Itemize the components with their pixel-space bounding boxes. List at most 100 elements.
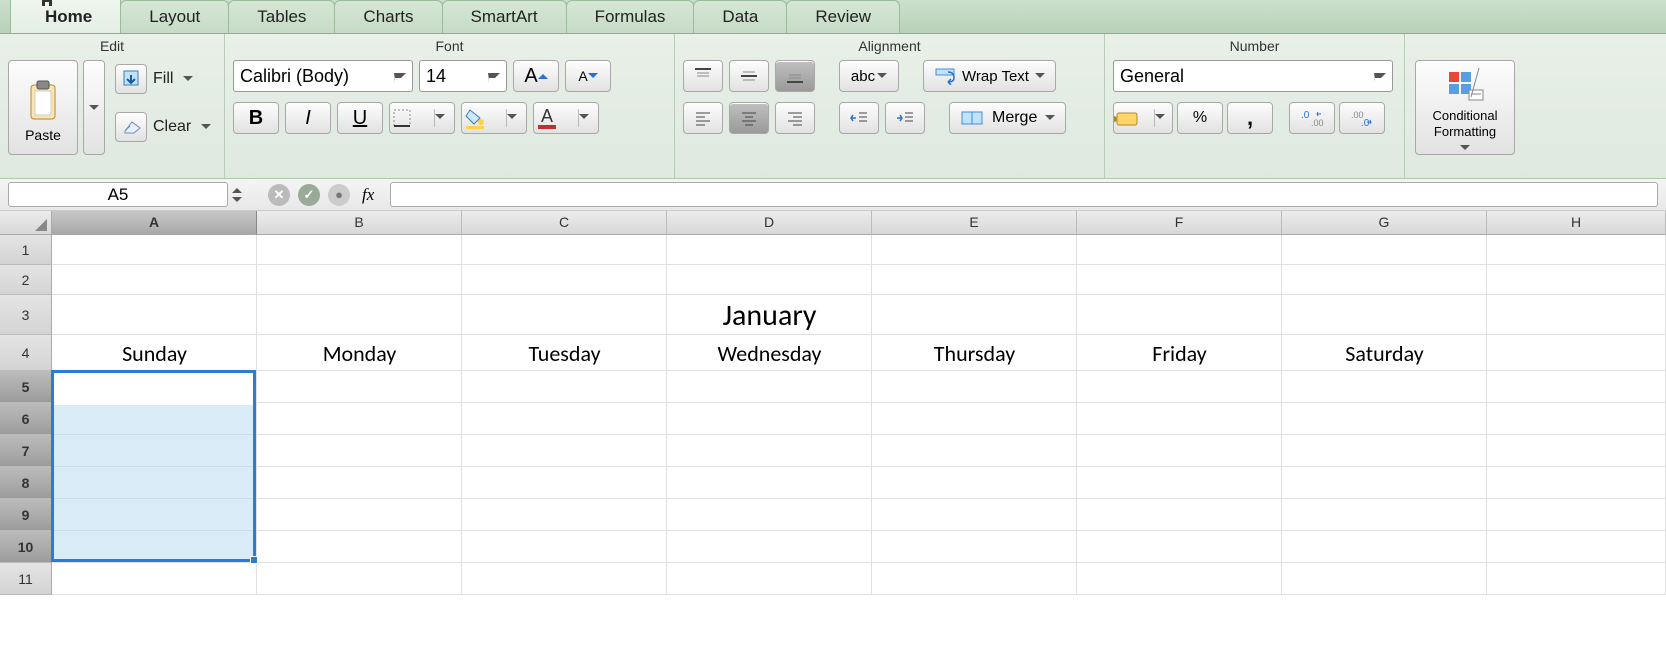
cell-H8[interactable] — [1487, 467, 1666, 499]
cell-D1[interactable] — [667, 235, 872, 265]
cell-G9[interactable] — [1282, 499, 1487, 531]
cell-A6[interactable] — [52, 403, 257, 435]
cell-B11[interactable] — [257, 563, 462, 595]
cell-G6[interactable] — [1282, 403, 1487, 435]
borders-button[interactable] — [389, 102, 455, 134]
cell-B9[interactable] — [257, 499, 462, 531]
cell-G5[interactable] — [1282, 371, 1487, 403]
cell-H3[interactable] — [1487, 295, 1666, 335]
cell-H2[interactable] — [1487, 265, 1666, 295]
comma-button[interactable]: , — [1227, 102, 1273, 134]
cell-D11[interactable] — [667, 563, 872, 595]
cell-C2[interactable] — [462, 265, 667, 295]
wrap-text-button[interactable]: Wrap Text — [923, 60, 1056, 92]
paste-dropdown[interactable] — [83, 60, 105, 155]
underline-button[interactable]: U — [337, 102, 383, 134]
orientation-button[interactable]: abc — [839, 60, 899, 92]
cell-H11[interactable] — [1487, 563, 1666, 595]
accept-formula-button[interactable]: ✓ — [298, 184, 320, 206]
cell-D8[interactable] — [667, 467, 872, 499]
cancel-formula-button[interactable]: ✕ — [268, 184, 290, 206]
column-header-G[interactable]: G — [1282, 211, 1487, 235]
cell-E8[interactable] — [872, 467, 1077, 499]
cell-E9[interactable] — [872, 499, 1077, 531]
fill-color-button[interactable] — [461, 102, 527, 134]
number-format-combo[interactable]: General — [1113, 60, 1393, 92]
cell-D7[interactable] — [667, 435, 872, 467]
percent-button[interactable]: % — [1177, 102, 1223, 134]
cell-C10[interactable] — [462, 531, 667, 563]
formula-input[interactable] — [390, 182, 1658, 207]
decrease-decimal-button[interactable]: .0.00 — [1289, 102, 1335, 134]
cell-A1[interactable] — [52, 235, 257, 265]
chevron-down-icon[interactable] — [578, 109, 598, 127]
font-size-combo[interactable]: 14 — [419, 60, 507, 92]
cell-C4[interactable]: Tuesday — [462, 335, 667, 371]
align-middle-button[interactable] — [729, 60, 769, 92]
column-header-E[interactable]: E — [872, 211, 1077, 235]
align-left-button[interactable] — [683, 102, 723, 134]
column-header-B[interactable]: B — [257, 211, 462, 235]
cell-G4[interactable]: Saturday — [1282, 335, 1487, 371]
tab-review[interactable]: Review — [786, 0, 900, 33]
name-box-stepper[interactable] — [232, 179, 256, 210]
row-header-6[interactable]: 6 — [0, 403, 52, 435]
bold-button[interactable]: B — [233, 102, 279, 134]
cell-F1[interactable] — [1077, 235, 1282, 265]
cell-E4[interactable]: Thursday — [872, 335, 1077, 371]
cell-D10[interactable] — [667, 531, 872, 563]
cell-F8[interactable] — [1077, 467, 1282, 499]
name-box[interactable]: A5 — [8, 182, 228, 207]
font-color-button[interactable]: A — [533, 102, 599, 134]
tab-charts[interactable]: Charts — [334, 0, 442, 33]
cell-A2[interactable] — [52, 265, 257, 295]
cell-C5[interactable] — [462, 371, 667, 403]
cell-E5[interactable] — [872, 371, 1077, 403]
chevron-down-icon[interactable] — [201, 124, 211, 134]
grow-font-button[interactable]: A — [513, 60, 559, 92]
cell-G1[interactable] — [1282, 235, 1487, 265]
cell-D4[interactable]: Wednesday — [667, 335, 872, 371]
increase-indent-button[interactable] — [885, 102, 925, 134]
chevron-down-icon[interactable] — [434, 109, 454, 127]
row-header-7[interactable]: 7 — [0, 435, 52, 467]
cell-B8[interactable] — [257, 467, 462, 499]
tab-layout[interactable]: Layout — [120, 0, 229, 33]
cell-D5[interactable] — [667, 371, 872, 403]
cell-A11[interactable] — [52, 563, 257, 595]
cell-E1[interactable] — [872, 235, 1077, 265]
cell-G10[interactable] — [1282, 531, 1487, 563]
shrink-font-button[interactable]: A — [565, 60, 611, 92]
cell-B2[interactable] — [257, 265, 462, 295]
cell-title-january[interactable]: January — [52, 295, 1487, 335]
cell-C1[interactable] — [462, 235, 667, 265]
row-header-9[interactable]: 9 — [0, 499, 52, 531]
cell-C11[interactable] — [462, 563, 667, 595]
conditional-formatting-button[interactable]: Conditional Formatting — [1415, 60, 1515, 155]
column-header-C[interactable]: C — [462, 211, 667, 235]
row-header-11[interactable]: 11 — [0, 563, 52, 595]
cell-C6[interactable] — [462, 403, 667, 435]
chevron-down-icon[interactable] — [183, 76, 193, 86]
cell-G11[interactable] — [1282, 563, 1487, 595]
cell-G2[interactable] — [1282, 265, 1487, 295]
align-top-button[interactable] — [683, 60, 723, 92]
cell-A8[interactable] — [52, 467, 257, 499]
cell-F4[interactable]: Friday — [1077, 335, 1282, 371]
cell-B4[interactable]: Monday — [257, 335, 462, 371]
font-name-combo[interactable]: Calibri (Body) — [233, 60, 413, 92]
row-header-1[interactable]: 1 — [0, 235, 52, 265]
row-header-5[interactable]: 5 — [0, 371, 52, 403]
cell-D6[interactable] — [667, 403, 872, 435]
cell-E10[interactable] — [872, 531, 1077, 563]
row-header-10[interactable]: 10 — [0, 531, 52, 563]
increase-decimal-button[interactable]: .00.0 — [1339, 102, 1385, 134]
cell-F5[interactable] — [1077, 371, 1282, 403]
cell-C8[interactable] — [462, 467, 667, 499]
cell-grid[interactable]: JanuarySundayMondayTuesdayWednesdayThurs… — [52, 235, 1666, 595]
cell-A9[interactable] — [52, 499, 257, 531]
row-header-8[interactable]: 8 — [0, 467, 52, 499]
cell-A7[interactable] — [52, 435, 257, 467]
merge-button[interactable]: Merge — [949, 102, 1066, 134]
clear-button[interactable] — [115, 112, 147, 142]
